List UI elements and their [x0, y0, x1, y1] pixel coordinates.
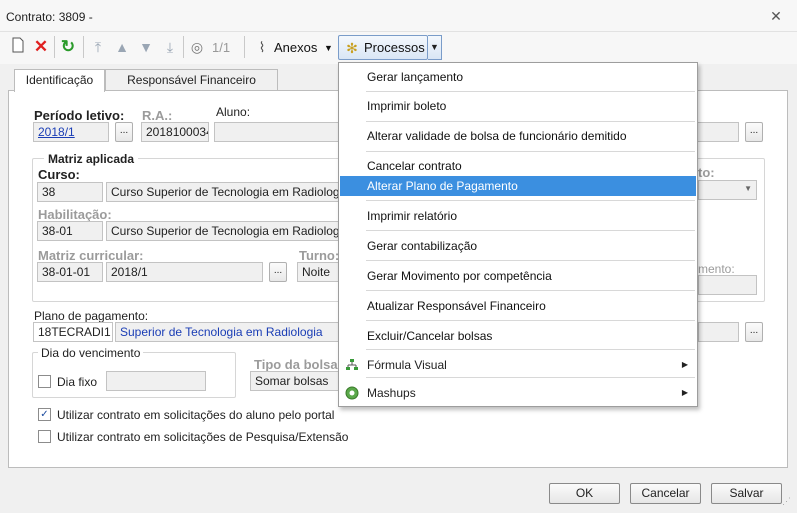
- pesquisa-checkbox-label: Utilizar contrato em solicitações de Pes…: [57, 430, 349, 444]
- gears-icon: ✻: [346, 40, 358, 56]
- menu-separator: [366, 200, 695, 201]
- formula-visual-icon: [346, 359, 358, 370]
- menu-separator: [366, 349, 695, 350]
- menu-separator: [366, 230, 695, 231]
- matriz-aplicada-label: Matriz aplicada: [44, 152, 139, 166]
- chevron-down-icon[interactable]: ▼: [324, 43, 333, 53]
- submenu-arrow-icon: ▶: [681, 360, 688, 369]
- dia-fixo-field[interactable]: [106, 371, 206, 391]
- partial-select-field[interactable]: ▼: [698, 180, 757, 200]
- plano-pagamento-label: Plano de pagamento:: [34, 309, 149, 323]
- tab-identificacao[interactable]: Identificação: [14, 69, 105, 92]
- dia-fixo-checkbox[interactable]: [38, 375, 51, 388]
- partial-field-2[interactable]: [698, 275, 757, 295]
- menu-item-gerar-lancamento[interactable]: Gerar lançamento: [340, 67, 696, 87]
- formula-visual-label: Fórmula Visual: [367, 358, 447, 372]
- chevron-down-icon: ▼: [744, 184, 752, 193]
- first-record-icon[interactable]: ⤒: [88, 37, 108, 57]
- tipo-bolsa-select[interactable]: Somar bolsas: [250, 371, 341, 391]
- curso-code-field[interactable]: 38: [37, 182, 103, 202]
- habilitacao-code-field[interactable]: 38-01: [37, 221, 103, 241]
- ok-button[interactable]: OK: [549, 483, 620, 504]
- new-document-icon[interactable]: [8, 37, 28, 57]
- paperclip-icon[interactable]: ⌇: [252, 37, 272, 57]
- toolbar-separator: [183, 36, 184, 58]
- cancelar-button[interactable]: Cancelar: [630, 483, 701, 504]
- matriz-curricular-period-field[interactable]: 2018/1: [106, 262, 263, 282]
- turno-label: Turno:: [299, 248, 340, 263]
- menu-separator: [366, 151, 695, 152]
- plano-pagamento-lookup-button[interactable]: ...: [745, 322, 763, 342]
- last-record-icon[interactable]: ⤓: [160, 37, 180, 57]
- next-record-icon[interactable]: ▼: [136, 37, 156, 57]
- curso-name-field[interactable]: Curso Superior de Tecnologia em Radiolog…: [106, 182, 341, 202]
- periodo-letivo-lookup-button[interactable]: ...: [115, 122, 133, 142]
- matriz-curricular-code-field[interactable]: 38-01-01: [37, 262, 103, 282]
- processos-dropdown-arrow[interactable]: ▼: [428, 35, 442, 60]
- menu-item-alterar-validade-bolsa[interactable]: Alterar validade de bolsa de funcionário…: [340, 126, 696, 146]
- periodo-letivo-value[interactable]: 2018/1: [38, 125, 75, 139]
- plano-pagamento-extra-field[interactable]: [698, 322, 739, 342]
- plano-pagamento-name-field[interactable]: Superior de Tecnologia em Radiologia: [115, 322, 341, 342]
- aluno-label: Aluno:: [216, 105, 251, 119]
- partial-label-1: to:: [698, 165, 715, 180]
- toolbar-separator: [83, 36, 84, 58]
- menu-item-alterar-plano-pagamento[interactable]: Alterar Plano de Pagamento: [340, 176, 696, 196]
- habilitacao-label: Habilitação:: [38, 207, 112, 222]
- close-icon[interactable]: ✕: [768, 8, 784, 24]
- pesquisa-checkbox[interactable]: [38, 430, 51, 443]
- page-counter: 1/1: [212, 40, 231, 55]
- toolbar-separator: [54, 36, 55, 58]
- mashups-label: Mashups: [367, 386, 416, 400]
- menu-separator: [366, 320, 695, 321]
- periodo-letivo-label: Período letivo:: [34, 108, 125, 123]
- dia-fixo-label: Dia fixo: [57, 375, 98, 389]
- menu-item-atualizar-responsavel[interactable]: Atualizar Responsável Financeiro: [340, 296, 696, 316]
- window-title: Contrato: 3809 -: [6, 10, 93, 24]
- processos-label: Processos: [364, 40, 425, 55]
- menu-item-imprimir-relatorio[interactable]: Imprimir relatório: [340, 206, 696, 226]
- resize-grip-icon[interactable]: ⋰: [782, 496, 791, 507]
- ra-label: R.A.:: [142, 108, 173, 123]
- menu-item-mashups[interactable]: Mashups ▶: [340, 382, 696, 404]
- delete-icon[interactable]: ✕: [31, 37, 51, 57]
- plano-pagamento-name[interactable]: Superior de Tecnologia em Radiologia: [120, 325, 323, 339]
- salvar-button[interactable]: Salvar: [711, 483, 782, 504]
- matriz-curricular-label: Matriz curricular:: [38, 248, 144, 263]
- turno-field[interactable]: Noite: [297, 262, 341, 282]
- submenu-arrow-icon: ▶: [681, 388, 688, 397]
- menu-item-gerar-movimento[interactable]: Gerar Movimento por competência: [340, 266, 696, 286]
- menu-item-excluir-cancelar-bolsas[interactable]: Excluir/Cancelar bolsas: [340, 326, 696, 346]
- tipo-bolsa-label: Tipo da bolsa:: [254, 357, 342, 372]
- menu-separator: [366, 290, 695, 291]
- menu-separator: [366, 91, 695, 92]
- processos-menu: Gerar lançamento Imprimir boleto Alterar…: [338, 62, 698, 407]
- menu-separator: [366, 377, 695, 378]
- mashups-icon: [345, 386, 359, 400]
- dia-vencimento-label: Dia do vencimento: [38, 346, 144, 360]
- menu-separator: [366, 121, 695, 122]
- portal-checkbox-label: Utilizar contrato em solicitações do alu…: [57, 408, 335, 422]
- anexos-button[interactable]: Anexos: [274, 40, 317, 55]
- refresh-icon[interactable]: ↻: [58, 37, 78, 57]
- habilitacao-name-field[interactable]: Curso Superior de Tecnologia em Radiolog…: [106, 221, 341, 241]
- menu-item-cancelar-contrato[interactable]: Cancelar contrato: [340, 156, 696, 176]
- ra-field[interactable]: 2018100034: [141, 122, 209, 142]
- toolbar-separator: [244, 36, 245, 58]
- matriz-curricular-lookup-button[interactable]: ...: [269, 262, 287, 282]
- plano-pagamento-code-field[interactable]: 18TECRADI1: [33, 322, 113, 342]
- periodo-letivo-field[interactable]: 2018/1: [33, 122, 109, 142]
- menu-item-gerar-contabilizacao[interactable]: Gerar contabilização: [340, 236, 696, 256]
- menu-separator: [366, 260, 695, 261]
- partial-label-2: mento:: [698, 262, 735, 276]
- binoculars-icon[interactable]: ◎: [187, 37, 207, 57]
- title-bar: [0, 0, 797, 32]
- aluno-lookup-button[interactable]: ...: [745, 122, 763, 142]
- previous-record-icon[interactable]: ▲: [112, 37, 132, 57]
- tab-responsavel-financeiro[interactable]: Responsável Financeiro: [105, 69, 278, 91]
- curso-label: Curso:: [38, 167, 80, 182]
- portal-checkbox[interactable]: ✓: [38, 408, 51, 421]
- menu-item-imprimir-boleto[interactable]: Imprimir boleto: [340, 96, 696, 116]
- menu-item-formula-visual[interactable]: Fórmula Visual ▶: [340, 354, 696, 376]
